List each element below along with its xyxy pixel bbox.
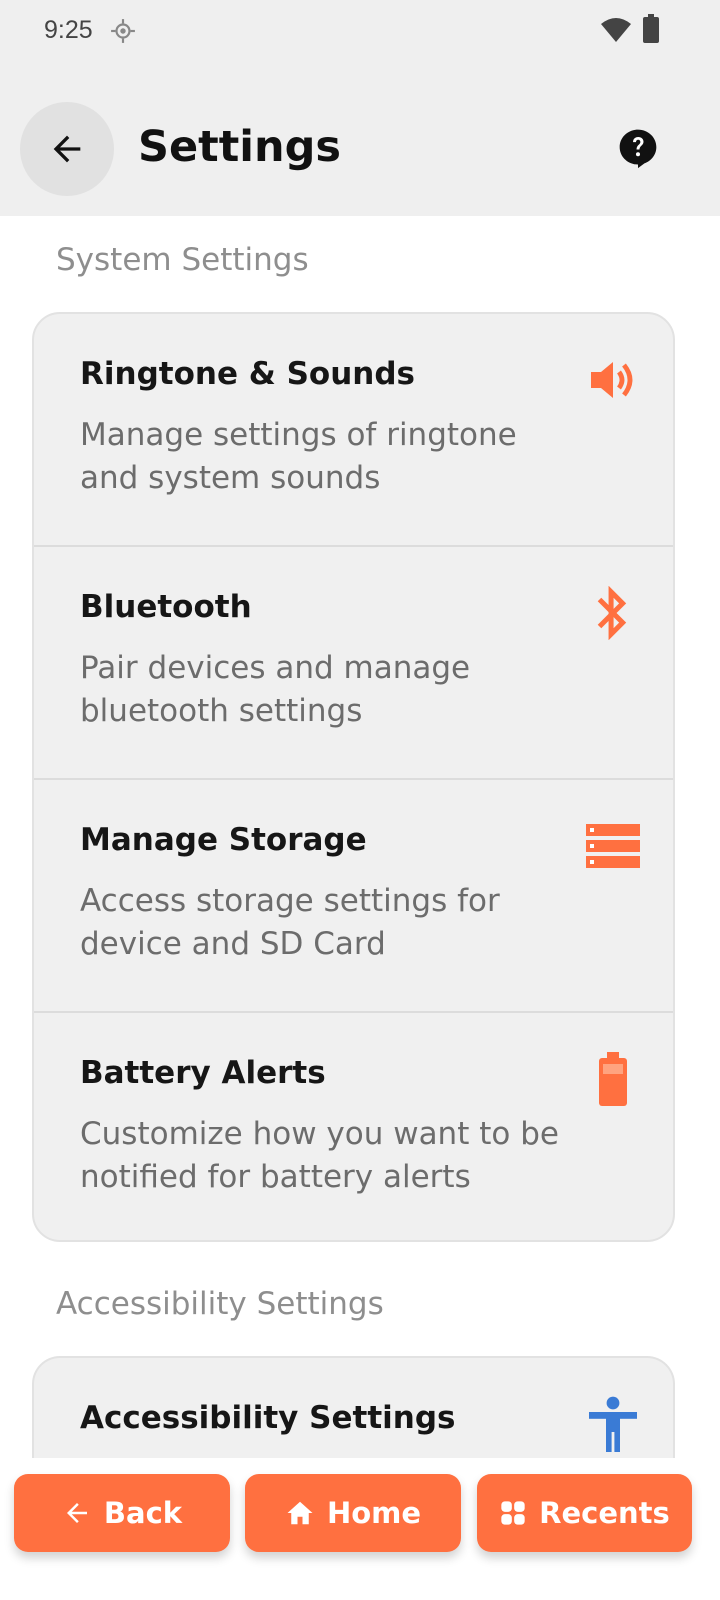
system-settings-card: Ringtone & Sounds Manage settings of rin… (32, 312, 675, 1242)
wifi-icon (601, 18, 631, 42)
list-item-title: Bluetooth (80, 589, 252, 625)
storage-icon (585, 818, 641, 874)
recents-button[interactable]: Recents (477, 1474, 692, 1552)
arrow-left-icon (53, 135, 81, 163)
status-bar: 9:25 (0, 0, 720, 70)
status-time: 9:25 (44, 16, 93, 44)
back-button[interactable]: Back (14, 1474, 230, 1552)
bluetooth-icon (585, 585, 641, 641)
list-item-manage-storage[interactable]: Manage Storage Access storage settings f… (34, 780, 673, 1013)
list-item-title: Manage Storage (80, 822, 367, 858)
list-item-description: Access storage settings for device and S… (80, 883, 500, 962)
page-title: Settings (138, 122, 341, 172)
list-item-title: Ringtone & Sounds (80, 356, 415, 392)
list-item-battery-alerts[interactable]: Battery Alerts Customize how you want to… (34, 1013, 673, 1240)
home-button-label: Home (326, 1496, 422, 1530)
list-item-description: Customize how you want to be notified fo… (80, 1116, 559, 1195)
recents-button-label: Recents (539, 1496, 670, 1530)
help-icon[interactable] (616, 126, 660, 170)
location-icon (111, 19, 135, 43)
list-item-description: Manage settings of ringtone and system s… (80, 417, 517, 496)
list-item-title: Accessibility Settings (80, 1400, 456, 1436)
section-title-accessibility: Accessibility Settings (56, 1286, 384, 1322)
battery-icon (585, 1051, 641, 1107)
battery-status-icon (643, 14, 659, 43)
accessibility-icon (585, 1396, 641, 1452)
home-icon (287, 1501, 313, 1525)
back-arrow-button[interactable] (20, 102, 114, 196)
list-item-ringtone-sounds[interactable]: Ringtone & Sounds Manage settings of rin… (34, 314, 673, 547)
speaker-icon (585, 352, 641, 408)
back-button-label: Back (103, 1496, 183, 1530)
list-item-title: Battery Alerts (80, 1055, 326, 1091)
home-button[interactable]: Home (245, 1474, 461, 1552)
section-title-system: System Settings (56, 242, 309, 278)
apps-grid-icon (501, 1501, 525, 1525)
app-bar: Settings (0, 70, 720, 216)
list-item-description: Pair devices and manage bluetooth settin… (80, 650, 471, 729)
bottom-navigation: Back Home Recents (0, 1458, 720, 1600)
arrow-left-icon (66, 1503, 87, 1523)
list-item-bluetooth[interactable]: Bluetooth Pair devices and manage blueto… (34, 547, 673, 780)
